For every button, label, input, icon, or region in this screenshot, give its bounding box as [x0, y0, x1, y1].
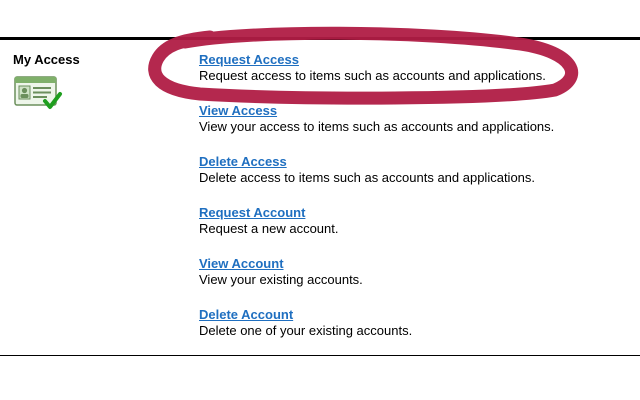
- request-account-description: Request a new account.: [199, 221, 339, 236]
- list-item: Delete Account Delete one of your existi…: [199, 307, 629, 358]
- view-access-description: View your access to items such as accoun…: [199, 119, 555, 134]
- list-item: Request Access Request access to items s…: [199, 52, 629, 103]
- request-access-link[interactable]: Request Access: [199, 52, 629, 68]
- delete-account-description: Delete one of your existing accounts.: [199, 323, 413, 338]
- access-options-list: Request Access Request access to items s…: [199, 52, 629, 358]
- view-access-link[interactable]: View Access: [199, 103, 629, 119]
- delete-access-description: Delete access to items such as accounts …: [199, 170, 536, 185]
- access-card-check-icon: [14, 75, 64, 113]
- request-access-description: Request access to items such as accounts…: [199, 68, 546, 83]
- delete-account-link[interactable]: Delete Account: [199, 307, 629, 323]
- view-account-link[interactable]: View Account: [199, 256, 629, 272]
- list-item: Request Account Request a new account.: [199, 205, 629, 256]
- list-item: View Access View your access to items su…: [199, 103, 629, 154]
- list-item: Delete Access Delete access to items suc…: [199, 154, 629, 205]
- section-title: My Access: [13, 52, 80, 67]
- delete-access-link[interactable]: Delete Access: [199, 154, 629, 170]
- top-divider: [0, 37, 640, 40]
- request-account-link[interactable]: Request Account: [199, 205, 629, 221]
- bottom-divider: [0, 355, 640, 356]
- view-account-description: View your existing accounts.: [199, 272, 363, 287]
- list-item: View Account View your existing accounts…: [199, 256, 629, 307]
